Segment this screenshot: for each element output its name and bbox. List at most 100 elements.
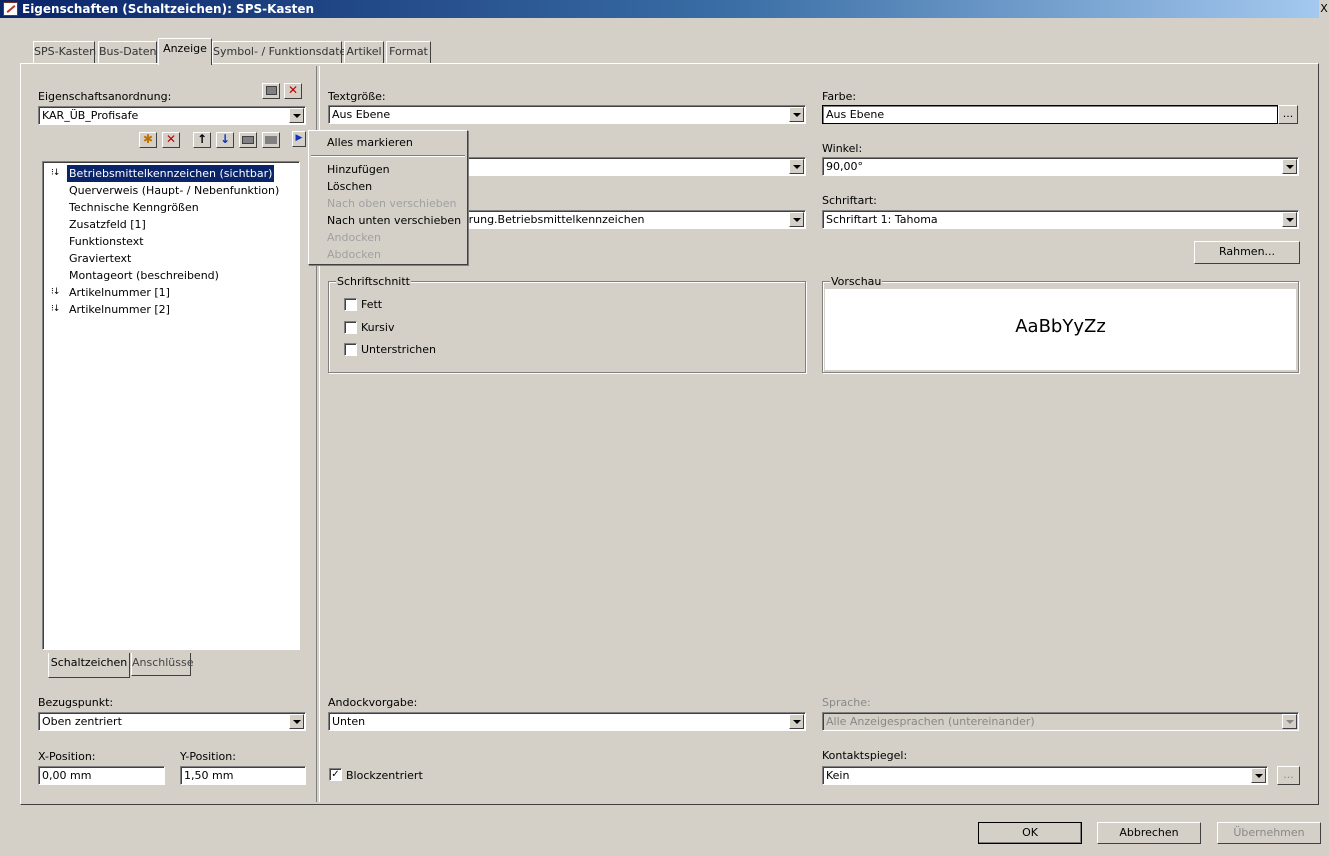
context-menu: Alles markieren Hinzufügen Löschen Nach obe… [308,130,468,265]
app-icon [3,2,18,16]
dock-icon[interactable] [239,132,257,148]
list-item[interactable]: Querverweis (Haupt- / Nebenfunktion) [67,182,281,199]
ypos-label: Y-Position: [180,750,236,763]
textsize-label: Textgröße: [328,90,386,103]
preview-group-label: Vorschau [830,275,883,288]
chevron-down-icon[interactable] [289,108,304,123]
dock-label: Andockvorgabe: [328,696,418,709]
bold-label: Fett [361,298,383,311]
delete-arrangement-icon[interactable]: ✕ [284,83,302,99]
tab-format[interactable]: Format [386,41,431,63]
menu-item[interactable]: Nach unten verschieben [327,212,461,229]
bold-checkbox[interactable] [344,298,357,311]
angle-label: Winkel: [822,142,863,155]
chevron-down-icon[interactable] [789,212,804,227]
dock-value: Unten [332,715,366,728]
list-item[interactable]: Artikelnummer [1] [67,284,172,301]
textsize-value: Aus Ebene [332,108,391,121]
list-item[interactable]: Graviertext [67,250,133,267]
angle-value: 90,00° [826,160,863,173]
arrangement-value: KAR_ÜB_Profisafe [42,109,139,122]
chevron-down-icon[interactable] [789,107,804,122]
reference-label: Bezugspunkt: [38,696,114,709]
property-list[interactable]: ⁝↓ Betriebsmittelkennzeichen (sichtbar) Qu… [42,161,300,650]
contact-label: Kontaktspiegel: [822,749,908,762]
chevron-down-icon[interactable] [1251,768,1266,783]
language-select: Alle Anzeigesprachen (untereinander) [822,712,1299,731]
font-value: Schriftart 1: Tahoma [826,213,938,226]
underline-label: Unterstrichen [361,343,437,356]
arrangement-select[interactable]: KAR_ÜB_Profisafe [38,106,306,125]
fontstyle-group [328,281,806,373]
italic-label: Kursiv [361,321,395,334]
tab-anschluesse[interactable]: Anschlüsse [131,653,194,676]
menu-item[interactable]: Hinzufügen [327,161,390,178]
apply-button[interactable]: Übernehmen [1217,822,1321,844]
list-item[interactable]: Montageort (beschreibend) [67,267,221,284]
menu-arrow-icon[interactable]: ▶ [292,131,306,147]
italic-checkbox[interactable] [344,321,357,334]
fontstyle-group-label: Schriftschnitt [336,275,411,288]
chevron-down-icon[interactable] [289,714,304,729]
frame-button[interactable]: Rahmen... [1194,241,1300,264]
close-icon[interactable]: X [1319,0,1329,18]
dock-select[interactable]: Unten [328,712,806,731]
delete-property-icon[interactable]: ✕ [162,132,180,148]
underline-checkbox[interactable] [344,343,357,356]
contact-picker-button[interactable]: ... [1277,766,1300,785]
reference-select[interactable]: Oben zentriert [38,712,306,731]
new-property-icon[interactable]: ✱ [139,132,157,148]
list-item[interactable]: Funktionstext [67,233,146,250]
color-picker-button[interactable]: ... [1278,105,1298,124]
cancel-button[interactable]: Abbrechen [1097,822,1201,844]
color-field[interactable]: Aus Ebene [822,105,1278,124]
undock-icon[interactable] [262,132,280,148]
menu-item: Nach oben verschieben [327,197,457,210]
tab-anzeige[interactable]: Anzeige [158,38,212,65]
chevron-down-icon[interactable] [789,159,804,174]
chevron-down-icon[interactable] [1282,212,1297,227]
chevron-down-icon [1282,714,1297,729]
tab-sps-kasten[interactable]: SPS-Kasten [33,41,96,63]
sort-order-icon: ⁝↓ [51,287,60,297]
arrangement-label: Eigenschaftsanordnung: [38,90,172,103]
window-title: Eigenschaften (Schaltzeichen): SPS-Kaste… [22,2,315,16]
window-title-bar: Eigenschaften (Schaltzeichen): SPS-Kaste… [0,0,1329,18]
list-item[interactable]: Technische Kenngrößen [67,199,201,216]
menu-item[interactable]: Alles markieren [327,134,413,151]
reference-value: Oben zentriert [42,715,122,728]
font-label: Schriftart: [822,194,877,207]
move-down-icon[interactable]: ↓ [216,132,234,148]
menu-item: Andocken [327,231,381,244]
blockcenter-checkbox[interactable]: ✓ [329,768,342,781]
ok-button[interactable]: OK [978,822,1082,844]
xpos-input[interactable]: 0,00 mm [38,766,165,785]
blockcenter-label: Blockzentriert [346,769,423,782]
chevron-down-icon[interactable] [789,714,804,729]
contact-value: Kein [826,769,850,782]
list-item[interactable]: Zusatzfeld [1] [67,216,148,233]
angle-select[interactable]: 90,00° [822,157,1299,176]
menu-item[interactable]: Löschen [327,178,372,195]
move-up-icon[interactable]: ↑ [193,132,211,148]
language-label: Sprache: [822,696,871,709]
save-arrangement-button[interactable] [262,83,280,99]
tab-artikel[interactable]: Artikel [344,41,384,63]
chevron-down-icon[interactable] [1282,159,1297,174]
tab-symbol-funktionsdaten[interactable]: Symbol- / Funktionsdaten [212,41,353,63]
ypos-input[interactable]: 1,50 mm [180,766,306,785]
list-item[interactable]: Betriebsmittelkennzeichen (sichtbar) [67,165,275,182]
list-item[interactable]: Artikelnummer [2] [67,301,172,318]
tab-schaltzeichen[interactable]: Schaltzeichen [48,653,130,678]
menu-separator [311,155,465,157]
textsize-select[interactable]: Aus Ebene [328,105,806,124]
font-select[interactable]: Schriftart 1: Tahoma [822,210,1299,229]
menu-item: Abdocken [327,248,381,261]
color-label: Farbe: [822,90,857,103]
preview-text: AaBbYyZz [1015,316,1106,337]
sort-order-icon: ⁝↓ [51,168,60,178]
xpos-label: X-Position: [38,750,96,763]
property-format-value: zierung.Betriebsmittelkennzeichen [453,213,645,226]
tab-bus-daten[interactable]: Bus-Daten [98,41,157,63]
contact-select[interactable]: Kein [822,766,1268,785]
